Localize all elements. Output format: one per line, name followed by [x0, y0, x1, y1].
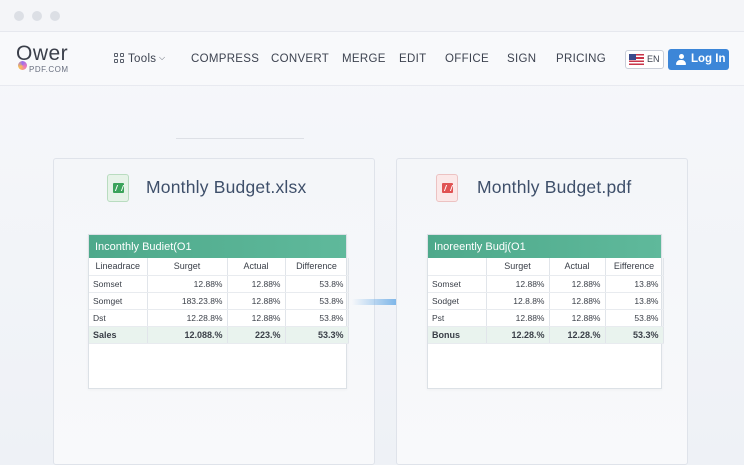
- excel-file-icon: [107, 174, 129, 202]
- window-maximize-dot[interactable]: [50, 11, 60, 21]
- column-header: Surget: [486, 258, 550, 276]
- table-cell: 53.8%: [285, 292, 349, 310]
- table-total-row: Bonus 12.28.% 12.28.% 53.3%: [428, 326, 664, 344]
- table-cell: 12.88%: [549, 292, 606, 310]
- table-cell: 12.88%: [549, 309, 606, 327]
- table-cell: Bonus: [428, 326, 487, 344]
- column-header: Lineadrace: [89, 258, 148, 276]
- source-table: Lineadrace Surget Actual Difference Soms…: [89, 258, 349, 344]
- nav-pricing[interactable]: PRICING: [556, 53, 606, 65]
- table-cell: 12.28.%: [549, 326, 606, 344]
- table-cell: Dst: [89, 309, 148, 327]
- column-header: Eifference: [605, 258, 664, 276]
- table-cell: 12.28.8%: [147, 309, 228, 327]
- us-flag-icon: [629, 54, 644, 65]
- table-header-row: Lineadrace Surget Actual Difference: [89, 258, 349, 276]
- table-total-row: Sales 12.088.% 223.% 53.3%: [89, 326, 349, 344]
- language-code: EN: [647, 54, 660, 64]
- login-label: Log In: [691, 53, 726, 65]
- source-file-card: Monthly Budget.xlsx Inconthly Budiet(O1 …: [53, 158, 375, 465]
- table-cell: Pst: [428, 309, 487, 327]
- table-row: Pst 12.88% 12.88% 53.8%: [428, 309, 664, 327]
- source-spreadsheet-preview: Inconthly Budiet(O1 Lineadrace Surget Ac…: [88, 234, 349, 389]
- table-cell: 53.8%: [285, 309, 349, 327]
- nav-merge[interactable]: MERGE: [342, 53, 386, 65]
- table-row: Sodget 12.8.8% 12.88% 13.8%: [428, 292, 664, 310]
- table-cell: 12.088.%: [147, 326, 228, 344]
- table-cell: 223.%: [227, 326, 286, 344]
- table-cell: 12.88%: [227, 309, 286, 327]
- nav-convert[interactable]: CONVERT: [271, 53, 329, 65]
- pdf-file-icon: [436, 174, 458, 202]
- table-cell: 53.8%: [285, 275, 349, 293]
- login-button[interactable]: Log In: [668, 49, 729, 70]
- browser-window: Ower PDF.COM Tools ⌵ COMPRESS CONVERT ME…: [0, 0, 744, 465]
- target-sheet-title: Inoreently Budj(O1: [428, 235, 661, 258]
- nav-tools-menu[interactable]: Tools: [128, 53, 156, 65]
- target-pdf-preview: Inoreently Budj(O1 Surget Actual Eiffere…: [427, 234, 664, 389]
- chevron-down-icon: ⌵: [159, 53, 166, 62]
- table-cell: Sodget: [428, 292, 487, 310]
- sheet-fade: [428, 343, 661, 388]
- table-cell: 12.88%: [227, 292, 286, 310]
- source-filename: Monthly Budget.xlsx: [146, 177, 307, 197]
- window-close-dot[interactable]: [14, 11, 24, 21]
- table-cell: 53.8%: [605, 309, 664, 327]
- table-cell: 12.88%: [147, 275, 228, 293]
- table-cell: 13.8%: [605, 275, 664, 293]
- column-header: Surget: [147, 258, 228, 276]
- logo-domain: PDF.COM: [29, 65, 69, 74]
- nav-compress[interactable]: COMPRESS: [191, 53, 259, 65]
- table-cell: 12.28.%: [486, 326, 550, 344]
- grid-icon: [114, 53, 124, 63]
- sheet-fade: [89, 343, 346, 388]
- table-cell: 12.88%: [486, 309, 550, 327]
- table-row: Somset 12.88% 12.88% 13.8%: [428, 275, 664, 293]
- nav-sign[interactable]: SIGN: [507, 53, 536, 65]
- table-cell: Somset: [428, 275, 487, 293]
- nav-office[interactable]: OFFICE: [445, 53, 489, 65]
- table-cell: Sales: [89, 326, 148, 344]
- user-icon: [676, 54, 686, 65]
- source-sheet-title: Inconthly Budiet(O1: [89, 235, 346, 258]
- table-cell: 12.88%: [486, 275, 550, 293]
- nav-edit[interactable]: EDIT: [399, 53, 426, 65]
- table-cell: 53.3%: [285, 326, 349, 344]
- table-cell: 183.23.8%: [147, 292, 228, 310]
- table-cell: Somset: [89, 275, 148, 293]
- table-cell: 12.8.8%: [486, 292, 550, 310]
- language-selector[interactable]: EN: [625, 50, 664, 69]
- table-cell: Somget: [89, 292, 148, 310]
- column-header: [428, 258, 487, 276]
- site-logo[interactable]: Ower PDF.COM: [16, 43, 82, 77]
- table-cell: 13.8%: [605, 292, 664, 310]
- section-divider: [176, 138, 304, 139]
- column-header: Actual: [227, 258, 286, 276]
- target-table: Surget Actual Eifference Somset 12.88% 1…: [428, 258, 664, 344]
- target-file-card: Monthly Budget.pdf Inoreently Budj(O1 Su…: [396, 158, 688, 465]
- table-header-row: Surget Actual Eifference: [428, 258, 664, 276]
- window-minimize-dot[interactable]: [32, 11, 42, 21]
- target-filename: Monthly Budget.pdf: [477, 177, 632, 197]
- table-row: Somset 12.88% 12.88% 53.8%: [89, 275, 349, 293]
- table-row: Somget 183.23.8% 12.88% 53.8%: [89, 292, 349, 310]
- logo-mark-icon: [18, 61, 27, 70]
- table-row: Dst 12.28.8% 12.88% 53.8%: [89, 309, 349, 327]
- table-cell: 12.88%: [227, 275, 286, 293]
- title-bar: [0, 0, 744, 32]
- table-cell: 12.88%: [549, 275, 606, 293]
- column-header: Actual: [549, 258, 606, 276]
- column-header: Difference: [285, 258, 349, 276]
- table-cell: 53.3%: [605, 326, 664, 344]
